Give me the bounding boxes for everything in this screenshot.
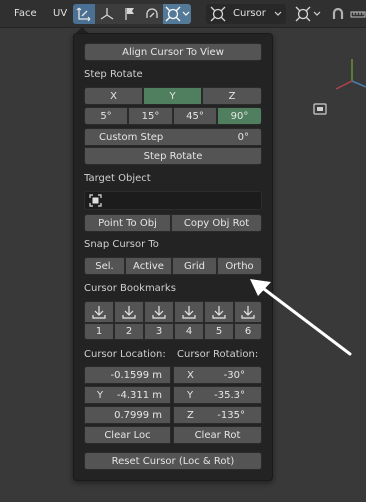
download-arrow-icon: [92, 306, 106, 319]
rotation-z-label: Z: [187, 410, 194, 421]
snap-icon: [146, 8, 158, 18]
flag-tool-button[interactable]: [119, 4, 141, 24]
axis-gizmo-icon[interactable]: [330, 55, 366, 91]
snap-grid-button[interactable]: Grid: [172, 257, 217, 275]
download-arrow-icon: [122, 306, 136, 319]
axis-y-button[interactable]: Y: [143, 87, 202, 105]
snap-tool-button[interactable]: [142, 4, 162, 24]
chevron-down-icon: [313, 11, 321, 16]
bookmark-recall-button-3[interactable]: 3: [144, 323, 174, 340]
bookmark-save-button-3[interactable]: [144, 301, 174, 323]
ruler-icon: [350, 11, 366, 18]
axis-icon: [100, 8, 114, 20]
location-z-value: 0.7999 m: [114, 410, 162, 421]
bookmark-save-button-1[interactable]: [84, 301, 114, 323]
cursor-icon: [210, 6, 226, 22]
custom-step-value: 0°: [237, 132, 249, 143]
rotation-x-label: X: [187, 370, 194, 381]
bookmark-recall-button-5[interactable]: 5: [204, 323, 234, 340]
cursor-dropdown-label: Cursor: [233, 8, 266, 19]
pivot-button[interactable]: [293, 4, 323, 24]
bookmark-recall-button-1[interactable]: 1: [84, 323, 114, 340]
location-y-value: -4.311 m: [116, 390, 162, 401]
location-x-value: -0.1599 m: [110, 370, 162, 381]
axis-tool-button[interactable]: [96, 4, 118, 24]
angle-90-button[interactable]: 90°: [217, 107, 262, 125]
bookmark-save-button-4[interactable]: [174, 301, 204, 323]
bookmark-save-button-5[interactable]: [204, 301, 234, 323]
location-y-label: Y: [97, 390, 104, 401]
bookmark-recall-button-4[interactable]: 4: [174, 323, 204, 340]
angle-15-button[interactable]: 15°: [128, 107, 173, 125]
rotation-y-label: Y: [187, 390, 194, 401]
step-rotate-heading: Step Rotate: [84, 69, 143, 80]
clear-rotation-button[interactable]: Clear Rot: [173, 426, 262, 444]
custom-step-field[interactable]: Custom Step 0°: [84, 128, 262, 146]
tool-group: [73, 4, 191, 24]
rotation-z-value: -135°: [217, 410, 245, 421]
angle-45-button[interactable]: 45°: [173, 107, 217, 125]
target-object-heading: Target Object: [84, 173, 151, 184]
rotation-x-field[interactable]: X -30°: [173, 366, 262, 384]
rotation-y-value: -35.3°: [214, 390, 245, 401]
location-x-field[interactable]: -0.1599 m: [84, 366, 171, 384]
mode-face-label[interactable]: Face: [14, 8, 37, 19]
snap-selected-button[interactable]: Sel.: [84, 257, 125, 275]
rotation-x-value: -30°: [223, 370, 245, 381]
point-to-obj-button[interactable]: Point To Obj: [84, 214, 171, 232]
header-bar: Face UV Cursor: [0, 0, 366, 28]
location-y-field[interactable]: Y -4.311 m: [84, 386, 171, 404]
chevron-down-icon: [274, 11, 282, 16]
download-arrow-icon: [152, 306, 166, 319]
cursor-bookmarks-heading: Cursor Bookmarks: [84, 283, 176, 294]
flag-icon: [125, 8, 134, 20]
location-z-field[interactable]: 0.7999 m: [84, 406, 171, 424]
axis-x-button[interactable]: X: [84, 87, 143, 105]
rotation-z-field[interactable]: Z -135°: [173, 406, 262, 424]
cursor-dropdown[interactable]: Cursor: [206, 4, 286, 24]
ruler-button[interactable]: [349, 4, 366, 24]
object-icon: [89, 194, 102, 207]
align-cursor-to-view-button[interactable]: Align Cursor To View: [84, 43, 262, 61]
snap-active-button[interactable]: Active: [125, 257, 172, 275]
download-arrow-icon: [182, 306, 196, 319]
camera-view-icon[interactable]: [313, 102, 327, 116]
snap-ortho-button[interactable]: Ortho: [217, 257, 262, 275]
clear-location-button[interactable]: Clear Loc: [84, 426, 171, 444]
magnet-icon: [332, 7, 344, 19]
download-arrow-icon: [212, 306, 226, 319]
reset-cursor-button[interactable]: Reset Cursor (Loc & Rot): [84, 452, 262, 470]
step-rotate-button[interactable]: Step Rotate: [84, 147, 262, 165]
magnet-button[interactable]: [328, 4, 348, 24]
custom-step-label: Custom Step: [99, 132, 164, 143]
move-tool-button[interactable]: [73, 4, 95, 24]
target-icon: [295, 6, 311, 22]
angle-5-button[interactable]: 5°: [84, 107, 128, 125]
rotation-y-field[interactable]: Y -35.3°: [173, 386, 262, 404]
move-icon: [76, 7, 91, 22]
snap-cursor-heading: Snap Cursor To: [84, 239, 159, 250]
cursor-location-heading: Cursor Location:: [84, 349, 166, 360]
chevron-down-icon: [182, 11, 190, 16]
bookmark-recall-button-2[interactable]: 2: [114, 323, 144, 340]
cursor-icon: [165, 6, 181, 22]
mode-uv-label[interactable]: UV: [53, 8, 67, 19]
bookmark-save-button-2[interactable]: [114, 301, 144, 323]
pointer-arrow-icon: [250, 279, 352, 356]
target-object-field[interactable]: [84, 191, 262, 210]
axis-z-button[interactable]: Z: [202, 87, 262, 105]
cursor-tool-button[interactable]: [163, 4, 191, 24]
copy-obj-rot-button[interactable]: Copy Obj Rot: [171, 214, 262, 232]
